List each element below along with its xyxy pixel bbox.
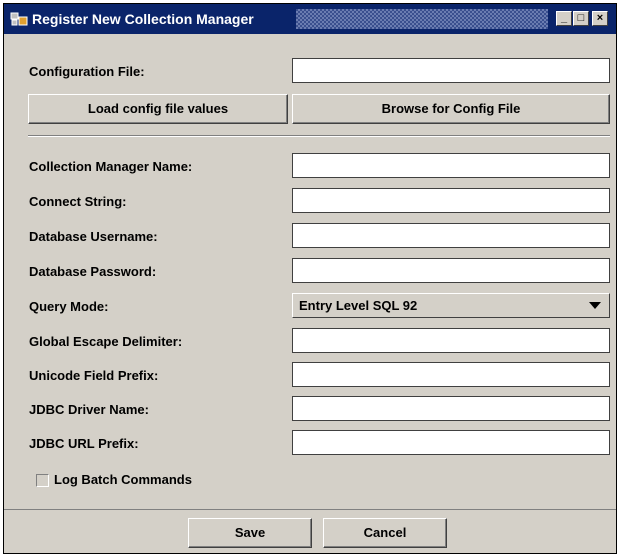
cancel-button[interactable]: Cancel [323,518,447,548]
register-collection-manager-window: Register New Collection Manager _ □ × Co… [3,3,617,554]
title-bar[interactable]: Register New Collection Manager _ □ × [4,4,616,34]
configuration-file-label: Configuration File: [29,64,145,79]
collection-manager-name-label: Collection Manager Name: [29,159,193,174]
app-icon [10,12,28,26]
chevron-down-icon[interactable] [589,302,601,309]
minimize-icon[interactable]: _ [556,11,572,26]
footer-divider [4,509,616,510]
database-password-field[interactable] [292,258,610,283]
unicode-field-prefix-field[interactable] [292,362,610,387]
window-title: Register New Collection Manager [32,11,254,27]
connect-string-field[interactable] [292,188,610,213]
browse-config-button[interactable]: Browse for Config File [292,94,610,124]
jdbc-url-prefix-label: JDBC URL Prefix: [29,436,139,451]
separator [28,135,610,137]
global-escape-delimiter-label: Global Escape Delimiter: [29,334,183,349]
log-batch-commands-checkbox[interactable] [36,474,49,487]
query-mode-value: Entry Level SQL 92 [299,298,418,313]
jdbc-url-prefix-field[interactable] [292,430,610,455]
close-icon[interactable]: × [592,11,608,26]
configuration-file-field[interactable] [292,58,610,83]
jdbc-driver-name-field[interactable] [292,396,610,421]
title-bar-pattern [296,9,548,29]
query-mode-select[interactable]: Entry Level SQL 92 [292,293,610,318]
database-username-field[interactable] [292,223,610,248]
collection-manager-name-field[interactable] [292,153,610,178]
maximize-icon[interactable]: □ [573,11,589,26]
save-button[interactable]: Save [188,518,312,548]
global-escape-delimiter-field[interactable] [292,328,610,353]
load-config-button[interactable]: Load config file values [28,94,288,124]
database-password-label: Database Password: [29,264,157,279]
connect-string-label: Connect String: [29,194,127,209]
database-username-label: Database Username: [29,229,158,244]
query-mode-label: Query Mode: [29,299,109,314]
log-batch-commands-label: Log Batch Commands [54,472,192,487]
jdbc-driver-name-label: JDBC Driver Name: [29,402,149,417]
unicode-field-prefix-label: Unicode Field Prefix: [29,368,159,383]
